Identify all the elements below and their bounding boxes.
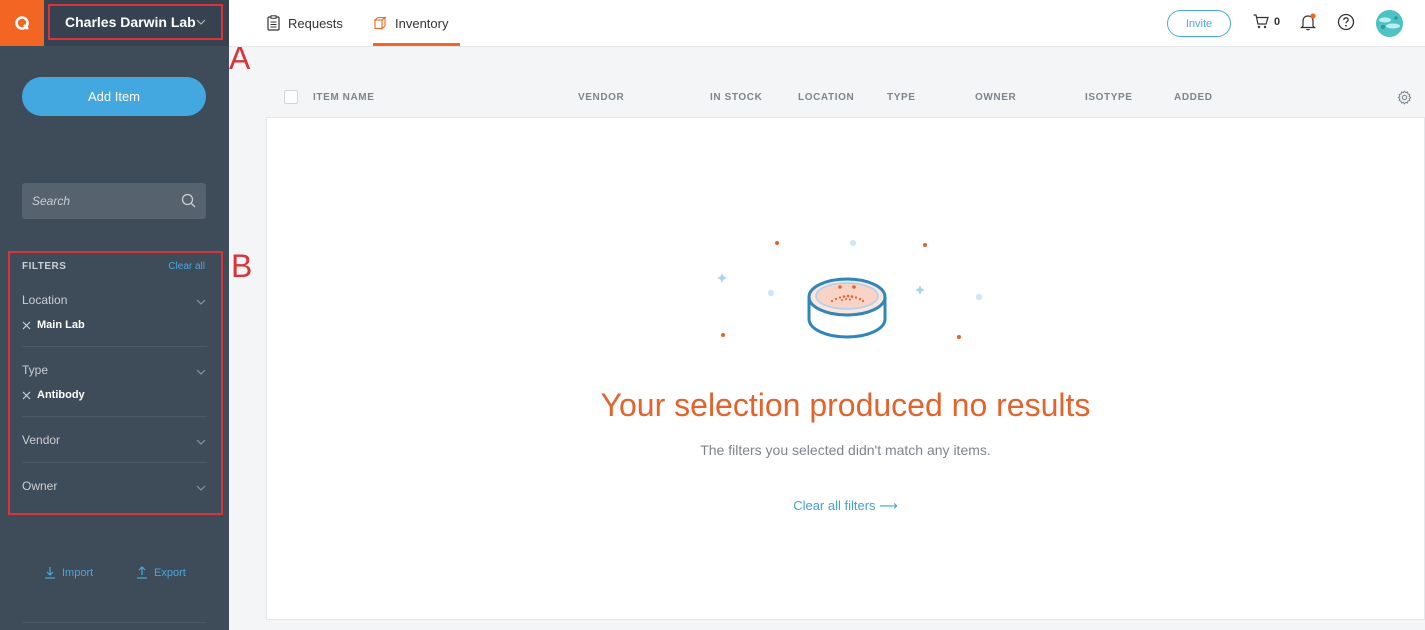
chevron-down-icon xyxy=(196,19,206,25)
filter-location[interactable]: Location Main Lab xyxy=(22,293,207,331)
column-settings-button[interactable] xyxy=(1397,90,1412,110)
tab-requests-label: Requests xyxy=(288,15,343,31)
results-panel: Your selection produced no results The f… xyxy=(266,117,1425,620)
filter-chip-main-lab[interactable]: Main Lab xyxy=(22,319,85,331)
chevron-down-icon[interactable] xyxy=(195,436,207,448)
cart-count: 0 xyxy=(1274,15,1281,28)
tab-requests[interactable]: Requests xyxy=(267,0,343,46)
export-button[interactable]: Export xyxy=(136,566,186,579)
avatar-image xyxy=(1376,10,1403,37)
empty-state-subtitle: The filters you selected didn't match an… xyxy=(700,442,991,458)
export-label: Export xyxy=(154,566,186,579)
chevron-down-icon[interactable] xyxy=(195,296,207,308)
search-icon[interactable] xyxy=(181,193,196,208)
filter-owner[interactable]: Owner xyxy=(22,479,207,493)
filters-heading: FILTERS xyxy=(22,261,67,272)
column-type[interactable]: TYPE xyxy=(887,92,916,103)
column-vendor[interactable]: VENDOR xyxy=(578,92,624,103)
tab-inventory[interactable]: Inventory xyxy=(373,0,460,46)
filters-panel: FILTERS Clear all Location Main Lab Type xyxy=(8,251,223,515)
active-tab-indicator xyxy=(373,43,460,46)
filter-location-title: Location xyxy=(22,293,68,307)
top-bar: Requests Inventory Invite 0 xyxy=(229,0,1425,47)
filter-type-title: Type xyxy=(22,363,49,377)
filter-vendor[interactable]: Vendor xyxy=(22,433,207,447)
divider xyxy=(22,416,207,417)
upload-icon xyxy=(137,566,147,579)
divider xyxy=(22,622,206,623)
filter-vendor-title: Vendor xyxy=(22,433,61,447)
help-icon xyxy=(1337,13,1355,31)
avatar[interactable] xyxy=(1376,10,1403,37)
empty-state-title: Your selection produced no results xyxy=(600,387,1091,423)
sidebar: Charles Darwin Lab Add Item FILTERS Clea… xyxy=(0,0,229,630)
divider xyxy=(22,462,207,463)
help-button[interactable] xyxy=(1337,13,1355,36)
app-logo[interactable] xyxy=(0,0,44,46)
table-header: ITEM NAME VENDOR IN STOCK LOCATION TYPE … xyxy=(266,80,1425,117)
petri-dish-illustration xyxy=(717,240,983,339)
add-item-button[interactable]: Add Item xyxy=(22,77,206,116)
column-location[interactable]: LOCATION xyxy=(798,92,854,103)
divider xyxy=(22,346,207,347)
box-icon xyxy=(373,16,387,30)
invite-button[interactable]: Invite xyxy=(1167,10,1231,37)
filter-chip-label: Main Lab xyxy=(37,319,85,331)
lab-switcher[interactable]: Charles Darwin Lab xyxy=(48,4,223,40)
column-item-name[interactable]: ITEM NAME xyxy=(313,92,375,103)
filter-type[interactable]: Type Antibody xyxy=(22,363,207,401)
cart-icon xyxy=(1253,14,1269,29)
clear-all-filters-button[interactable]: Clear all filters ⟶ xyxy=(267,498,1424,514)
chevron-down-icon[interactable] xyxy=(195,482,207,494)
filter-chip-antibody[interactable]: Antibody xyxy=(22,389,85,401)
select-all-checkbox[interactable] xyxy=(284,90,298,104)
lab-name: Charles Darwin Lab xyxy=(65,14,196,30)
annotation-b: B xyxy=(231,248,253,284)
column-isotype[interactable]: ISOTYPE xyxy=(1085,92,1133,103)
filter-owner-title: Owner xyxy=(22,479,58,493)
column-owner[interactable]: OWNER xyxy=(975,92,1016,103)
tab-inventory-label: Inventory xyxy=(395,15,449,31)
chevron-down-icon[interactable] xyxy=(195,366,207,378)
import-button[interactable]: Import xyxy=(44,566,93,579)
gear-icon xyxy=(1397,90,1412,105)
clear-all-filters-link[interactable]: Clear all xyxy=(168,261,205,272)
column-in-stock[interactable]: IN STOCK xyxy=(710,92,762,103)
clipboard-icon xyxy=(267,15,280,31)
search-box[interactable] xyxy=(22,183,206,219)
bell-icon xyxy=(1300,13,1316,31)
logo-icon xyxy=(15,16,29,30)
cart-button[interactable]: 0 xyxy=(1253,14,1280,29)
notifications-button[interactable] xyxy=(1300,13,1317,36)
download-icon xyxy=(45,567,55,579)
search-input[interactable] xyxy=(32,194,172,208)
close-icon[interactable] xyxy=(22,391,31,400)
filter-chip-label: Antibody xyxy=(37,389,85,401)
close-icon[interactable] xyxy=(22,321,31,330)
import-label: Import xyxy=(62,566,94,579)
column-added[interactable]: ADDED xyxy=(1174,92,1213,103)
